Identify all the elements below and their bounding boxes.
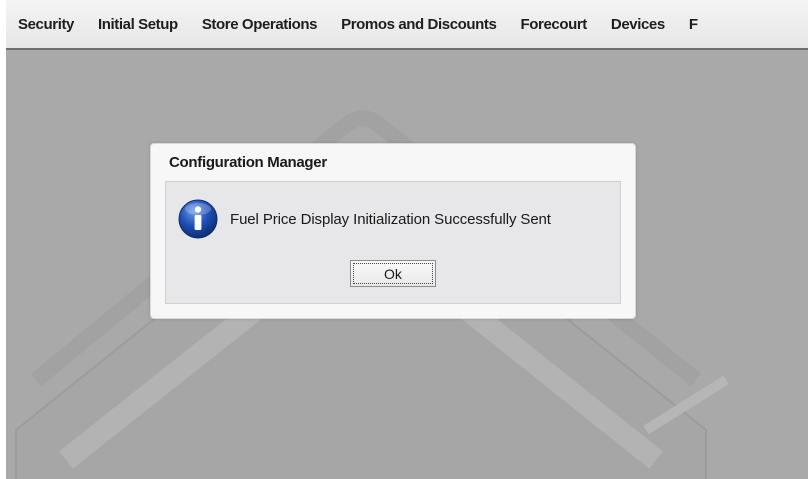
dialog-message: Fuel Price Display Initialization Succes… (230, 211, 551, 228)
menu-promos-and-discounts[interactable]: Promos and Discounts (329, 16, 508, 33)
menu-devices[interactable]: Devices (599, 16, 677, 33)
configuration-manager-dialog: Configuration Manager Fuel Price Display… (150, 143, 636, 319)
dialog-body: Fuel Price Display Initialization Succes… (165, 181, 621, 304)
main-menu-bar: Security Initial Setup Store Operations … (6, 0, 808, 50)
menu-truncated[interactable]: F (677, 16, 710, 33)
ok-button[interactable]: Ok (350, 260, 436, 287)
workspace-area: Configuration Manager Fuel Price Display… (6, 50, 808, 479)
app-window: Security Initial Setup Store Operations … (0, 0, 808, 479)
info-icon (178, 199, 218, 239)
menu-store-operations[interactable]: Store Operations (190, 16, 329, 33)
dialog-title: Configuration Manager (169, 154, 327, 171)
menu-security[interactable]: Security (6, 16, 86, 33)
menu-forecourt[interactable]: Forecourt (508, 16, 598, 33)
menu-initial-setup[interactable]: Initial Setup (86, 16, 190, 33)
